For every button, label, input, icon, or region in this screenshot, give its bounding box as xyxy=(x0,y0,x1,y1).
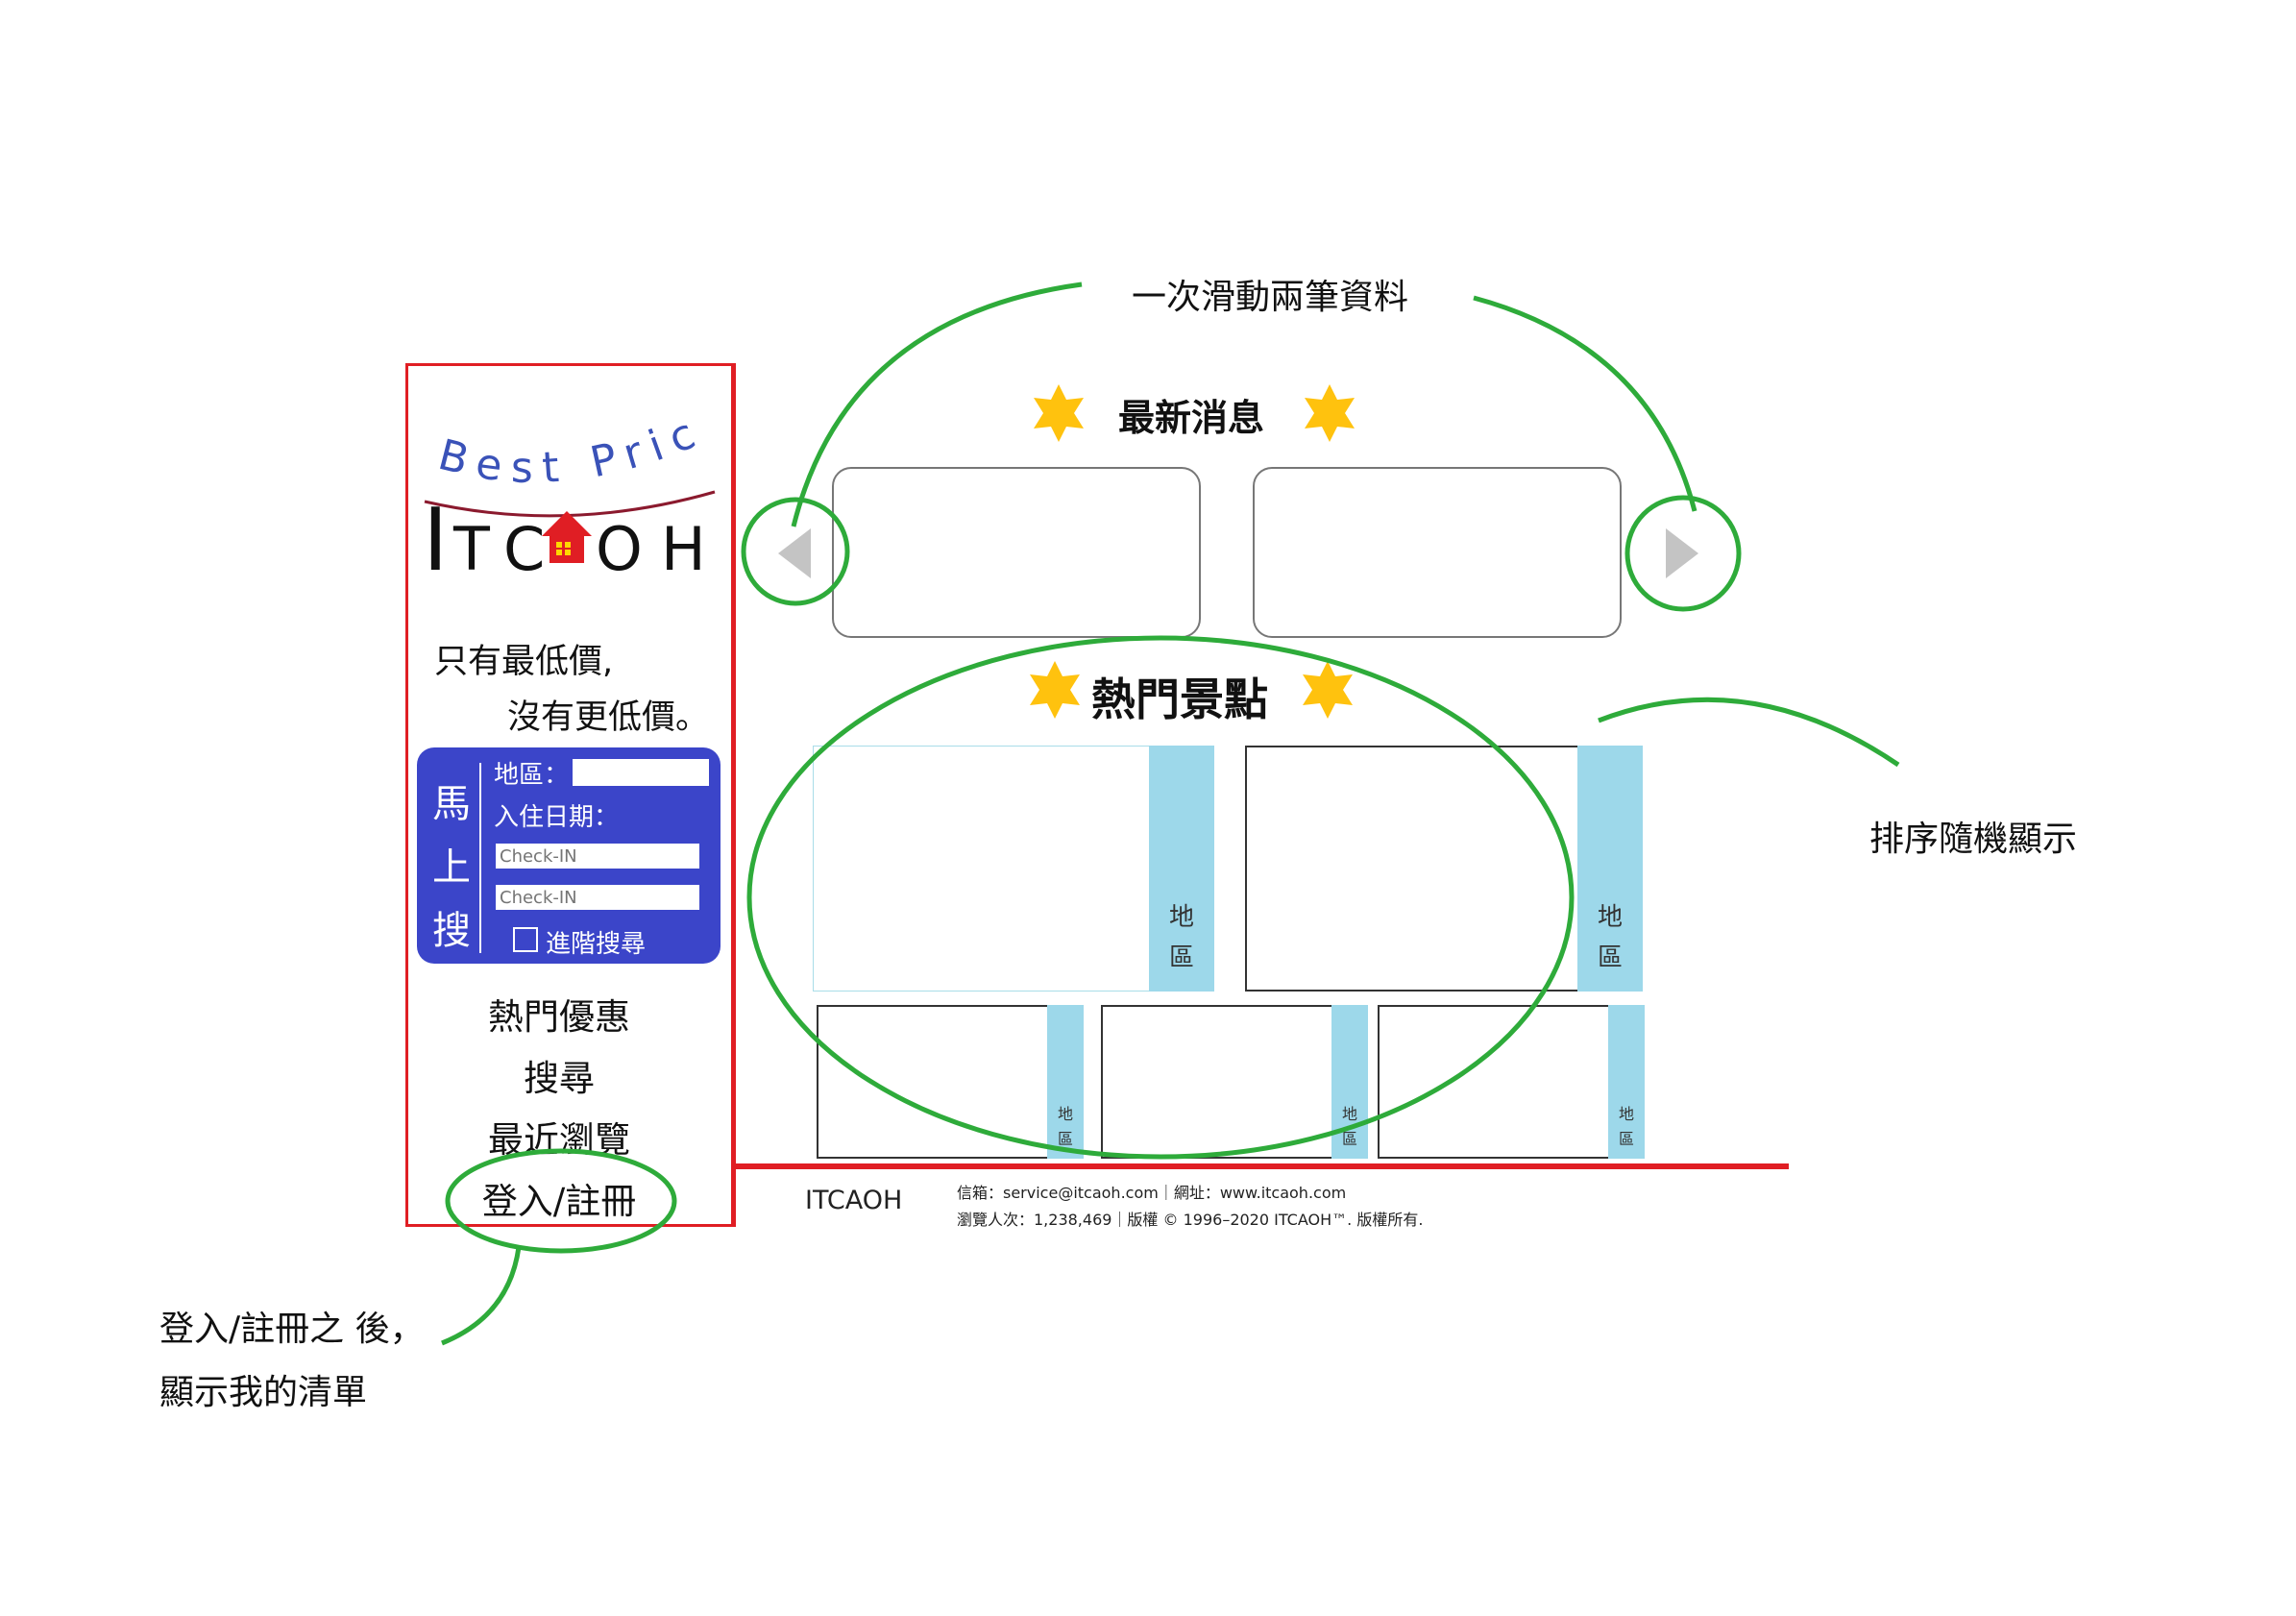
house-icon xyxy=(542,511,592,563)
spot-card[interactable]: 地 區 xyxy=(1245,746,1643,992)
star-icon xyxy=(1028,382,1089,448)
advanced-search-checkbox[interactable] xyxy=(513,927,538,952)
footer-copyright: 瀏覽人次：1,238,469｜版權 © 1996–2020 ITCAOH™. 版… xyxy=(957,1211,1424,1229)
nav-login-register[interactable]: 登入/註冊 xyxy=(405,1172,713,1224)
spot-region-label: 地 xyxy=(1618,1105,1634,1123)
advanced-search-label[interactable]: 進階搜尋 xyxy=(546,924,646,960)
footer-divider xyxy=(734,1163,1789,1169)
spot-region-label: 地 xyxy=(1341,1105,1357,1123)
nav-hot-deals[interactable]: 熱門優惠 xyxy=(405,988,713,1040)
svg-text:O: O xyxy=(596,514,643,584)
star-icon xyxy=(1297,659,1358,724)
news-card[interactable] xyxy=(1253,467,1622,638)
region-label: 地區： xyxy=(494,761,570,790)
annotation-after-login-2: 顯示我的清單 xyxy=(159,1373,368,1412)
nav-search[interactable]: 搜尋 xyxy=(405,1049,713,1101)
slogan-line-2: 沒有更低價。 xyxy=(507,698,710,737)
news-card[interactable] xyxy=(832,467,1201,638)
spot-card[interactable]: 地 區 xyxy=(813,746,1214,992)
quick-search-panel: 馬 上 搜 地區： 入住日期： 進階搜尋 xyxy=(417,747,721,964)
checkin-date-label: 入住日期： xyxy=(494,803,620,832)
search-divider xyxy=(479,763,481,953)
svg-text:Best Price: Best Price xyxy=(423,411,712,493)
spot-region-label: 區 xyxy=(1341,1130,1357,1148)
spots-title: 熱門景點 xyxy=(1091,673,1268,725)
quick-search-title-char: 搜 xyxy=(432,909,471,953)
spot-region-label: 區 xyxy=(1597,943,1623,972)
spot-region-label: 區 xyxy=(1057,1130,1073,1148)
spot-card[interactable]: 地 區 xyxy=(817,1005,1084,1159)
svg-text:T: T xyxy=(452,514,491,584)
star-icon xyxy=(1024,659,1086,724)
spot-region-label: 地 xyxy=(1057,1105,1073,1123)
news-prev-arrow-icon[interactable] xyxy=(778,528,811,578)
nav-recently-viewed[interactable]: 最近瀏覽 xyxy=(405,1111,713,1163)
logo[interactable]: Best Price I T C O H xyxy=(404,373,722,591)
checkin-input-1[interactable] xyxy=(496,844,699,869)
spot-region-strip: 地 區 xyxy=(1577,746,1643,992)
svg-text:H: H xyxy=(661,514,706,584)
spot-region-label: 地 xyxy=(1597,903,1623,932)
footer-brand: ITCAOH xyxy=(805,1186,903,1215)
logo-tagline: Best Price xyxy=(404,373,701,493)
spot-region-strip: 地 區 xyxy=(1047,1005,1084,1159)
slogan-line-1: 只有最低價, xyxy=(434,643,614,681)
footer-contact: 信箱：service@itcaoh.com｜網址：www.itcaoh.com xyxy=(957,1184,1347,1202)
quick-search-title-char: 上 xyxy=(432,845,471,890)
checkin-input-2[interactable] xyxy=(496,885,699,910)
spot-card[interactable]: 地 區 xyxy=(1101,1005,1368,1159)
annotation-slide: 一次滑動兩筆資料 xyxy=(1132,278,1409,317)
svg-text:C: C xyxy=(503,514,545,584)
spot-region-label: 區 xyxy=(1618,1130,1634,1148)
spot-region-strip: 地 區 xyxy=(1608,1005,1645,1159)
spot-region-strip: 地 區 xyxy=(1331,1005,1368,1159)
quick-search-title-char: 馬 xyxy=(432,782,471,826)
svg-text:I: I xyxy=(423,490,449,584)
spot-region-strip: 地 區 xyxy=(1149,746,1214,992)
news-title: 最新消息 xyxy=(1118,397,1265,439)
logo-graphic: Best Price I T C O H xyxy=(404,373,716,591)
annotation-random: 排序隨機顯示 xyxy=(1869,820,2078,859)
region-input[interactable] xyxy=(573,759,709,786)
spot-region-label: 地 xyxy=(1168,903,1194,932)
annotation-after-login-1: 登入/註冊之 後， xyxy=(159,1310,425,1349)
news-next-arrow-icon[interactable] xyxy=(1666,528,1698,578)
spot-region-label: 區 xyxy=(1168,943,1194,972)
spot-card[interactable]: 地 區 xyxy=(1378,1005,1645,1159)
star-icon xyxy=(1299,382,1360,448)
